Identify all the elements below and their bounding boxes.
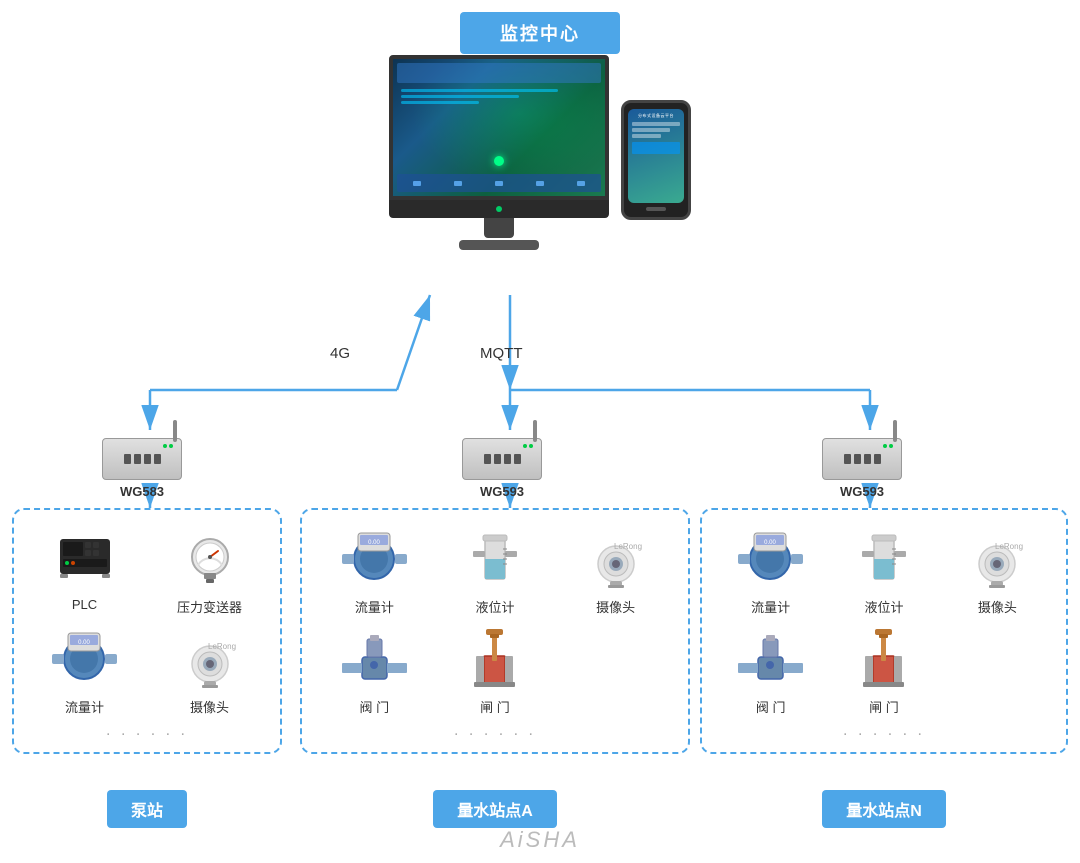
gate1-icon <box>462 626 527 691</box>
device-flowmeter3-label: 流量计 <box>751 597 790 616</box>
station-a-label: 量水站点A <box>433 790 557 828</box>
device-camera2: LeRong 摄像头 <box>559 526 672 616</box>
label-4g: 4G <box>330 345 350 362</box>
station-n-dots: . . . . . . <box>718 722 1050 740</box>
device-camera2-label: 摄像头 <box>596 597 635 616</box>
device-camera1-label: 摄像头 <box>190 697 229 716</box>
valve2-icon <box>738 629 803 689</box>
station-n-label-container: 量水站点N <box>700 790 1068 828</box>
flowmeter2-icon: 0.00 <box>342 529 407 589</box>
gateway-wg593a: WG593 <box>452 420 552 499</box>
plc-icon <box>55 531 115 586</box>
device-valve1: 阀 门 <box>318 626 431 716</box>
svg-text:LeRong: LeRong <box>208 642 236 651</box>
svg-text:0.00: 0.00 <box>78 640 90 646</box>
monitor-screen <box>389 55 609 200</box>
monitor-group: 分布式设备云平台 <box>389 55 691 250</box>
flowmeter3-icon: 0.00 <box>738 529 803 589</box>
pump-station-label-container: 泵站 <box>12 790 282 828</box>
device-levelmeter2: 液位计 <box>831 526 936 616</box>
camera1-icon: LeRong <box>180 629 240 689</box>
device-flowmeter2-label: 流量计 <box>355 597 394 616</box>
camera3-icon: LeRong <box>967 529 1027 589</box>
device-flowmeter1: 0.00 流量计 <box>26 626 143 716</box>
device-gate2-label: 闸 门 <box>869 697 899 716</box>
gateway-wg593a-label: WG593 <box>480 484 524 499</box>
levelmeter1-icon <box>465 529 525 589</box>
pump-station-label: 泵站 <box>107 790 187 828</box>
label-mqtt: MQTT <box>480 345 523 362</box>
device-gate1: 闸 门 <box>439 626 552 716</box>
device-valve1-label: 阀 门 <box>360 697 390 716</box>
device-pressure-label: 压力变送器 <box>177 597 242 616</box>
device-levelmeter2-label: 液位计 <box>864 597 903 616</box>
valve1-icon <box>342 629 407 689</box>
station-a-label-container: 量水站点A <box>300 790 690 828</box>
watermark: AiSHA <box>500 827 580 853</box>
device-levelmeter1: 液位计 <box>439 526 552 616</box>
diagram: 监控中心 <box>0 0 1080 863</box>
device-gate1-label: 闸 门 <box>480 697 510 716</box>
device-valve2-label: 阀 门 <box>756 697 786 716</box>
pressure-icon <box>180 529 240 589</box>
pump-dots: . . . . . . <box>26 722 268 740</box>
control-center-btn: 监控中心 <box>460 12 620 54</box>
device-flowmeter2: 0.00 流量计 <box>318 526 431 616</box>
pump-station-box: PLC 压力变送器 <box>12 508 282 754</box>
camera2-icon: LeRong <box>586 529 646 589</box>
svg-text:LeRong: LeRong <box>614 542 642 551</box>
device-gate2: 闸 门 <box>831 626 936 716</box>
gateway-wg593n-label: WG593 <box>840 484 884 499</box>
phone-title: 分布式设备云平台 <box>632 113 680 119</box>
gateway-wg583: WG583 <box>92 420 192 499</box>
svg-text:LeRong: LeRong <box>995 542 1023 551</box>
device-levelmeter1-label: 液位计 <box>475 597 514 616</box>
device-pressure: 压力变送器 <box>151 526 268 616</box>
svg-text:0.00: 0.00 <box>368 540 380 546</box>
device-plc-label: PLC <box>72 597 97 612</box>
device-camera3: LeRong 摄像头 <box>945 526 1050 616</box>
gateway-wg583-label: WG583 <box>120 484 164 499</box>
device-camera1: LeRong 摄像头 <box>151 626 268 716</box>
station-a-box: 0.00 流量计 <box>300 508 690 754</box>
device-plc: PLC <box>26 526 143 616</box>
device-valve2: 阀 门 <box>718 626 823 716</box>
gate2-icon <box>851 626 916 691</box>
phone-screen: 分布式设备云平台 <box>628 109 684 203</box>
device-camera3-label: 摄像头 <box>978 597 1017 616</box>
gateway-wg593n: WG593 <box>812 420 912 499</box>
flowmeter1-icon: 0.00 <box>52 629 117 689</box>
svg-text:0.00: 0.00 <box>764 540 776 546</box>
station-a-dots: . . . . . . <box>318 722 672 740</box>
monitor <box>389 55 609 250</box>
station-n-box: 0.00 流量计 <box>700 508 1068 754</box>
phone: 分布式设备云平台 <box>621 100 691 220</box>
station-n-label: 量水站点N <box>822 790 946 828</box>
levelmeter2-icon <box>854 529 914 589</box>
device-flowmeter1-label: 流量计 <box>65 697 104 716</box>
device-flowmeter3: 0.00 流量计 <box>718 526 823 616</box>
